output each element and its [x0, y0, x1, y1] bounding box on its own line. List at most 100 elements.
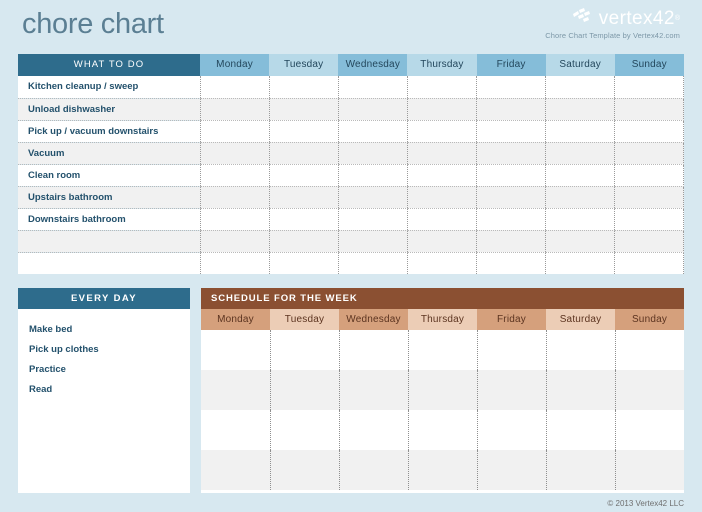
list-item[interactable]: Practice: [18, 360, 190, 380]
schedule-cell-tuesday[interactable]: [269, 330, 339, 370]
table-row[interactable]: Downstairs bathroom: [18, 208, 685, 231]
chore-cell-sunday[interactable]: [614, 142, 685, 165]
chore-cell-saturday[interactable]: [545, 230, 615, 253]
chore-cell-wednesday[interactable]: [337, 252, 408, 274]
chore-cell-monday[interactable]: [199, 230, 270, 253]
chore-cell-monday[interactable]: [199, 142, 270, 165]
chore-cell-thursday[interactable]: [406, 120, 477, 143]
schedule-cell-sunday[interactable]: [614, 370, 684, 410]
table-row[interactable]: [201, 410, 684, 450]
chore-cell-friday[interactable]: [475, 208, 546, 231]
chore-cell-wednesday[interactable]: [337, 208, 408, 231]
chore-cell-sunday[interactable]: [614, 120, 685, 143]
chore-cell-tuesday[interactable]: [268, 76, 339, 99]
schedule-cell-monday[interactable]: [201, 450, 270, 490]
chore-cell-tuesday[interactable]: [268, 186, 339, 209]
schedule-cell-tuesday[interactable]: [269, 370, 339, 410]
chore-cell-saturday[interactable]: [545, 98, 615, 121]
chore-cell-wednesday[interactable]: [337, 120, 408, 143]
chore-cell-friday[interactable]: [475, 98, 546, 121]
chore-label[interactable]: Downstairs bathroom: [18, 208, 200, 231]
chore-cell-monday[interactable]: [199, 98, 270, 121]
chore-cell-monday[interactable]: [199, 164, 270, 187]
schedule-cell-wednesday[interactable]: [338, 450, 408, 490]
chore-label[interactable]: Pick up / vacuum downstairs: [18, 120, 200, 143]
list-item[interactable]: Read: [18, 380, 190, 400]
chore-label[interactable]: [18, 230, 200, 253]
schedule-cell-tuesday[interactable]: [269, 410, 339, 450]
schedule-cell-thursday[interactable]: [407, 450, 477, 490]
chore-cell-sunday[interactable]: [614, 252, 685, 274]
schedule-cell-wednesday[interactable]: [338, 330, 408, 370]
chore-cell-sunday[interactable]: [614, 186, 685, 209]
chore-cell-monday[interactable]: [199, 208, 270, 231]
chore-label[interactable]: Vacuum: [18, 142, 200, 165]
chore-cell-wednesday[interactable]: [337, 98, 408, 121]
chore-cell-thursday[interactable]: [406, 164, 477, 187]
schedule-cell-wednesday[interactable]: [338, 370, 408, 410]
chore-cell-sunday[interactable]: [614, 76, 685, 99]
chore-cell-thursday[interactable]: [406, 208, 477, 231]
schedule-cell-thursday[interactable]: [407, 370, 477, 410]
chore-cell-friday[interactable]: [475, 164, 546, 187]
chore-cell-monday[interactable]: [199, 76, 270, 99]
chore-cell-wednesday[interactable]: [337, 186, 408, 209]
chore-label[interactable]: [18, 252, 200, 274]
chore-cell-tuesday[interactable]: [268, 208, 339, 231]
schedule-cell-sunday[interactable]: [614, 330, 684, 370]
chore-cell-friday[interactable]: [475, 186, 546, 209]
table-row[interactable]: [201, 370, 684, 410]
chore-cell-tuesday[interactable]: [268, 98, 339, 121]
chore-cell-wednesday[interactable]: [337, 164, 408, 187]
chore-cell-friday[interactable]: [475, 76, 546, 99]
table-row[interactable]: [18, 230, 685, 253]
chore-cell-sunday[interactable]: [614, 230, 685, 253]
schedule-cell-monday[interactable]: [201, 370, 270, 410]
chore-cell-friday[interactable]: [475, 230, 546, 253]
chore-cell-friday[interactable]: [475, 252, 546, 274]
table-row[interactable]: [201, 450, 684, 490]
schedule-cell-friday[interactable]: [476, 450, 546, 490]
table-row[interactable]: Vacuum: [18, 142, 685, 165]
schedule-cell-saturday[interactable]: [545, 370, 615, 410]
chore-cell-saturday[interactable]: [545, 252, 615, 274]
chore-cell-friday[interactable]: [475, 120, 546, 143]
chore-cell-tuesday[interactable]: [268, 120, 339, 143]
schedule-cell-saturday[interactable]: [545, 330, 615, 370]
chore-cell-thursday[interactable]: [406, 252, 477, 274]
chore-cell-sunday[interactable]: [614, 98, 685, 121]
schedule-cell-sunday[interactable]: [614, 410, 684, 450]
chore-cell-saturday[interactable]: [545, 142, 615, 165]
schedule-cell-tuesday[interactable]: [269, 450, 339, 490]
schedule-cell-saturday[interactable]: [545, 450, 615, 490]
chore-cell-tuesday[interactable]: [268, 230, 339, 253]
chore-cell-thursday[interactable]: [406, 142, 477, 165]
chore-label[interactable]: Upstairs bathroom: [18, 186, 200, 209]
schedule-cell-thursday[interactable]: [407, 410, 477, 450]
table-row[interactable]: Pick up / vacuum downstairs: [18, 120, 685, 143]
chore-cell-saturday[interactable]: [545, 76, 615, 99]
chore-cell-thursday[interactable]: [406, 230, 477, 253]
chore-cell-tuesday[interactable]: [268, 164, 339, 187]
schedule-cell-thursday[interactable]: [407, 330, 477, 370]
list-item[interactable]: Make bed: [18, 320, 190, 340]
chore-cell-thursday[interactable]: [406, 76, 477, 99]
chore-cell-wednesday[interactable]: [337, 142, 408, 165]
table-row[interactable]: Unload dishwasher: [18, 98, 685, 121]
table-row[interactable]: Upstairs bathroom: [18, 186, 685, 209]
chore-cell-friday[interactable]: [475, 142, 546, 165]
table-row[interactable]: [201, 330, 684, 370]
table-row[interactable]: [18, 252, 685, 274]
chore-cell-wednesday[interactable]: [337, 230, 408, 253]
chore-cell-saturday[interactable]: [545, 186, 615, 209]
chore-cell-monday[interactable]: [199, 252, 270, 274]
schedule-cell-friday[interactable]: [476, 370, 546, 410]
chore-cell-saturday[interactable]: [545, 208, 615, 231]
chore-cell-tuesday[interactable]: [268, 142, 339, 165]
schedule-cell-sunday[interactable]: [614, 450, 684, 490]
chore-cell-sunday[interactable]: [614, 208, 685, 231]
chore-cell-saturday[interactable]: [545, 120, 615, 143]
chore-label[interactable]: Clean room: [18, 164, 200, 187]
table-row[interactable]: Kitchen cleanup / sweep: [18, 76, 685, 99]
chore-cell-thursday[interactable]: [406, 98, 477, 121]
